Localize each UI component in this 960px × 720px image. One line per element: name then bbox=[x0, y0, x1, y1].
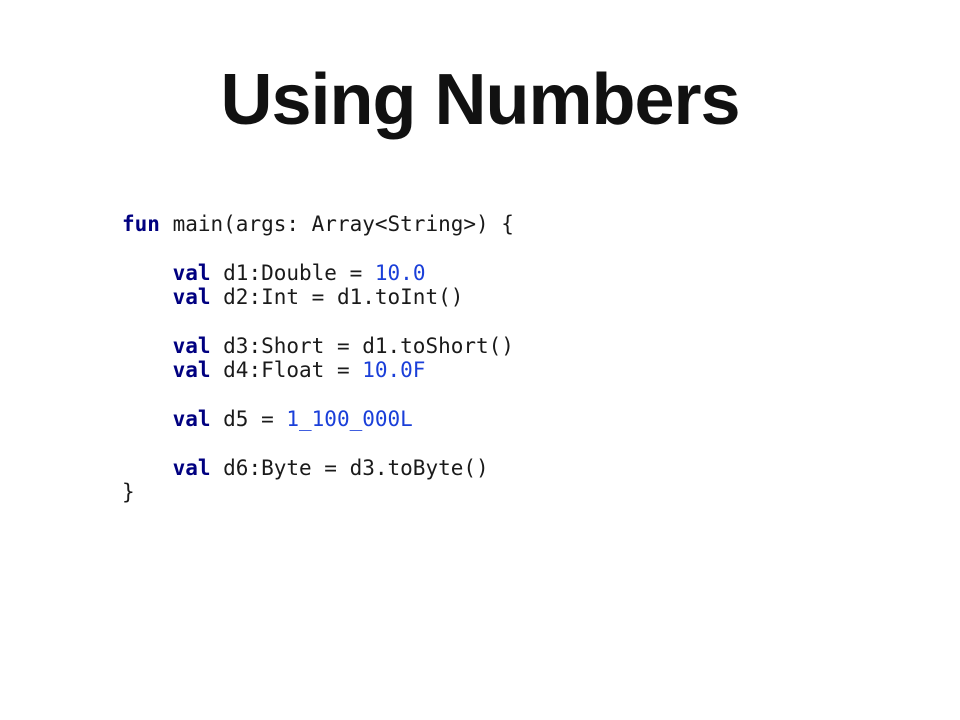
code-number-literal: 1_100_000L bbox=[286, 407, 413, 432]
code-number-literal: 10.0 bbox=[374, 260, 426, 285]
code-line: val d6:Byte = d3.toByte() bbox=[122, 456, 514, 480]
code-keyword: fun bbox=[122, 212, 160, 236]
code-line: val d3:Short = d1.toShort() bbox=[122, 334, 514, 358]
code-number-literal: 10.0F bbox=[362, 358, 426, 383]
code-keyword: val bbox=[172, 333, 211, 358]
code-keyword: val bbox=[172, 358, 211, 383]
code-keyword: val bbox=[172, 285, 211, 310]
code-text: d6:Byte = d3.toByte() bbox=[210, 455, 489, 480]
code-block: fun main(args: Array<String>) { val d1:D… bbox=[122, 212, 514, 505]
code-keyword: val bbox=[172, 455, 211, 480]
slide-title: Using Numbers bbox=[220, 60, 740, 140]
slide: Using Numbers fun main(args: Array<Strin… bbox=[0, 0, 960, 720]
code-text: main(args: Array<String>) { bbox=[159, 212, 514, 236]
code-text: d5 = bbox=[210, 407, 287, 432]
code-line: val d5 = 1_100_000L bbox=[122, 407, 514, 431]
code-keyword: val bbox=[172, 407, 211, 432]
code-keyword: val bbox=[172, 260, 211, 285]
code-text: d3:Short = d1.toShort() bbox=[210, 333, 514, 358]
code-text: } bbox=[122, 480, 135, 505]
code-line: val d2:Int = d1.toInt() bbox=[122, 285, 514, 309]
code-text: d4:Float = bbox=[210, 358, 363, 383]
code-text: d2:Int = d1.toInt() bbox=[210, 285, 464, 310]
code-line: fun main(args: Array<String>) { bbox=[122, 212, 514, 236]
code-line: } bbox=[122, 480, 514, 504]
code-line: val d4:Float = 10.0F bbox=[122, 358, 514, 382]
code-text: d1:Double = bbox=[210, 260, 375, 285]
code-line: val d1:Double = 10.0 bbox=[122, 261, 514, 285]
